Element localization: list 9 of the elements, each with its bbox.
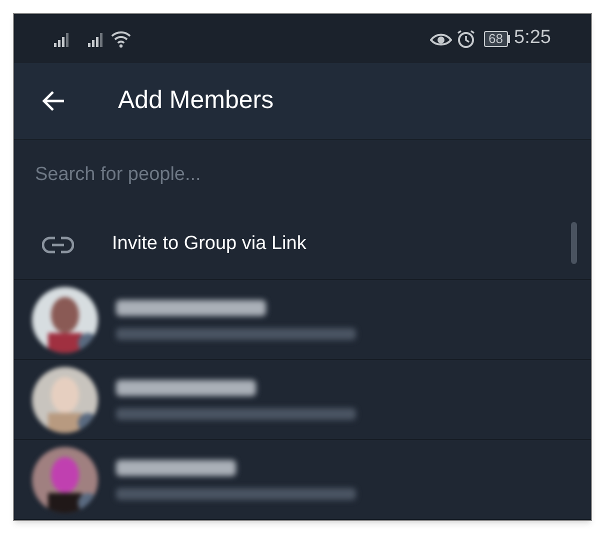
alarm-icon xyxy=(456,28,476,48)
wifi-icon xyxy=(110,30,132,48)
search-field[interactable]: Search for people... xyxy=(14,140,591,210)
screen-title: Add Members xyxy=(118,85,274,116)
link-icon xyxy=(42,236,74,254)
back-icon xyxy=(42,90,66,112)
clock-time: 5:25 xyxy=(514,26,551,50)
scrollbar[interactable] xyxy=(571,222,577,264)
battery-level: 68 xyxy=(484,30,508,46)
